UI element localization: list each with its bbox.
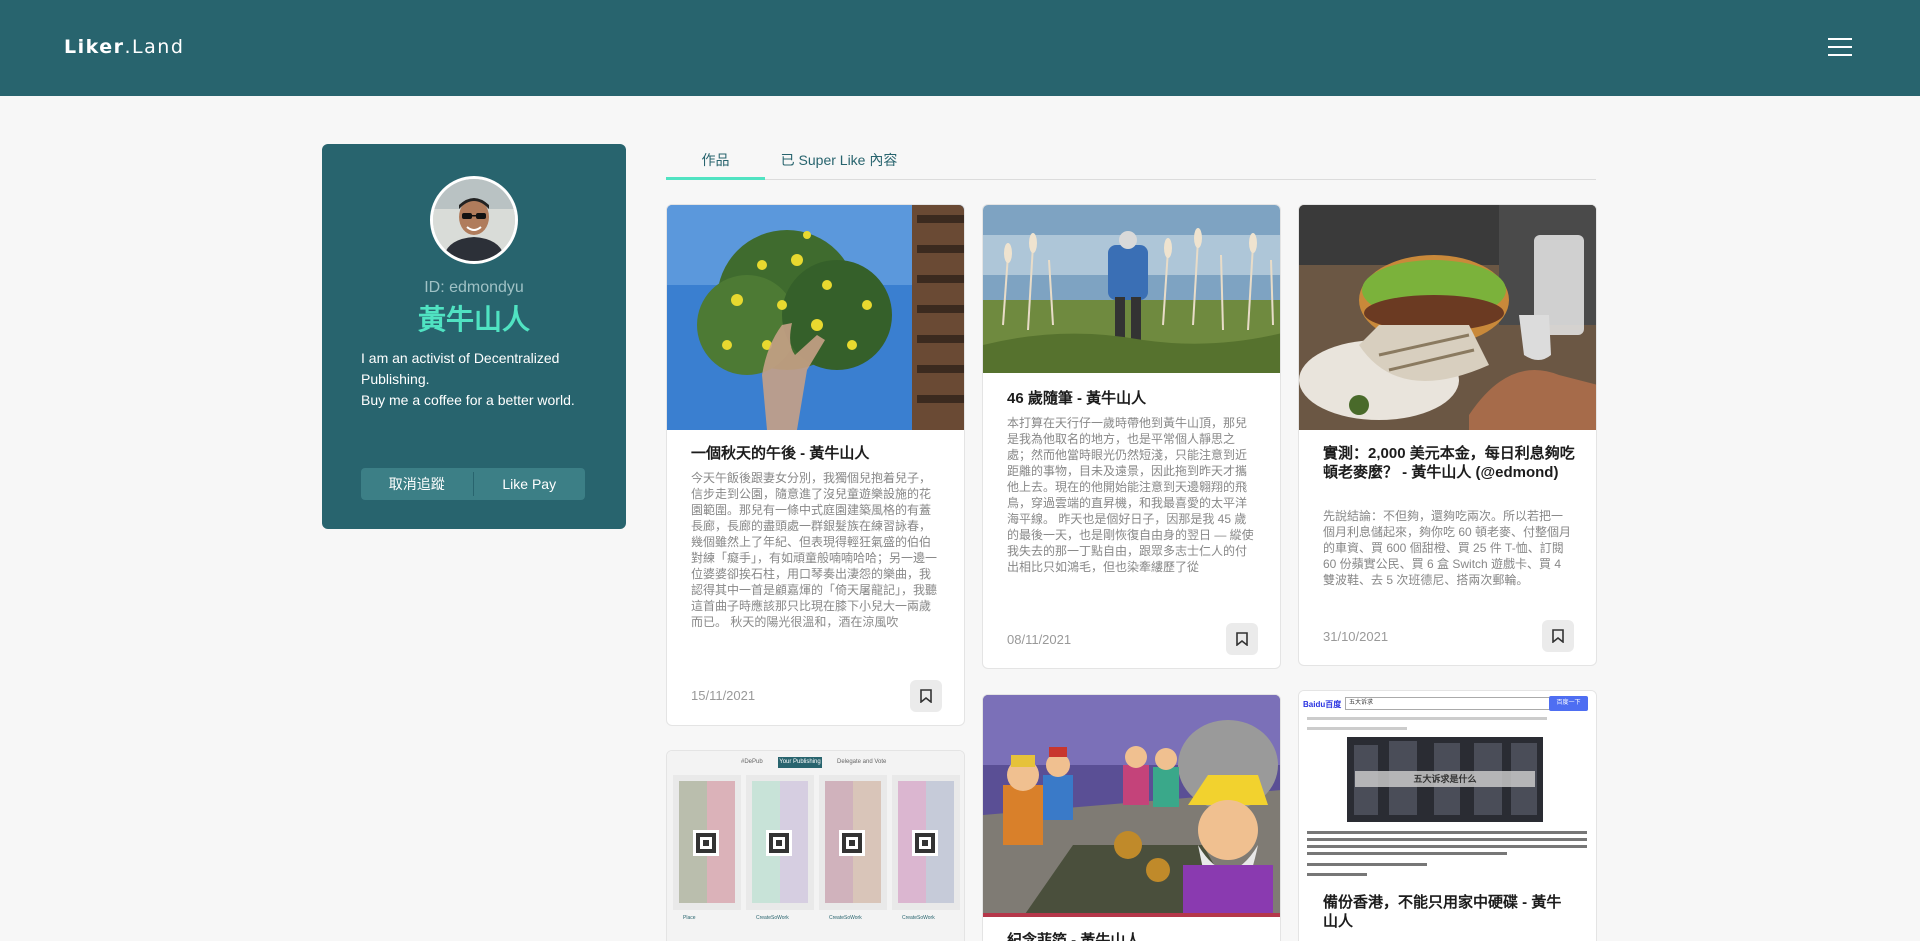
article-cover-image: Baidu百度 五大诉求 百度一下 五大诉求是什么 — [1299, 691, 1596, 886]
article-title[interactable]: 紀念菲箔 - 黃牛山人 — [1007, 931, 1260, 941]
bookmark-icon — [1552, 629, 1564, 643]
article-excerpt: 今天午飯後跟妻女分別，我獨個兒抱着兒子，信步走到公園，隨意進了沒兒童遊樂設施的花… — [691, 471, 938, 629]
like-pay-button[interactable]: Like Pay — [474, 468, 586, 500]
profile-card: ID: edmondyu 黃牛山人 I am an activist of De… — [322, 144, 626, 529]
profile-action-buttons: 取消追蹤 Like Pay — [361, 468, 585, 500]
thumb-label: CreateSoWork — [756, 915, 789, 921]
top-navbar: Liker.Land — [0, 0, 1920, 96]
article-cover-image — [983, 695, 1280, 917]
profile-bio-line: Buy me a coffee for a better world. — [361, 392, 575, 408]
logo-suffix: .Land — [124, 36, 185, 58]
thumb-label: CreateSoWork — [902, 915, 935, 921]
thumb-tab: Delegate and Vote — [837, 759, 887, 765]
article-card[interactable]: 實測：2,000 美元本金，每日利息夠吃頓老麥麼？ - 黃牛山人 (@edmon… — [1298, 204, 1597, 666]
article-title[interactable]: 實測：2,000 美元本金，每日利息夠吃頓老麥麼？ - 黃牛山人 (@edmon… — [1323, 444, 1576, 482]
thumb-search-box: 五大诉求 — [1345, 697, 1555, 710]
hamburger-menu-icon[interactable] — [1828, 38, 1852, 58]
article-date: 15/11/2021 — [691, 688, 756, 703]
thumb-label: CreateSoWork — [829, 915, 862, 921]
bookmark-icon — [1236, 632, 1248, 646]
thumb-search-logo: Baidu百度 — [1303, 700, 1342, 709]
profile-display-name: 黃牛山人 — [417, 303, 530, 336]
thumb-tab: Your Publishing — [778, 757, 822, 768]
tab-works[interactable]: 作品 — [666, 148, 765, 180]
article-excerpt: 先說結論：不但夠，還夠吃兩次。所以若把一個月利息儲起來，夠你吃 60 頓老麥、付… — [1323, 509, 1572, 587]
article-cover-image — [667, 205, 964, 430]
bookmark-button[interactable] — [1542, 620, 1574, 652]
content-tabs: 作品 已 Super Like 內容 — [666, 148, 1596, 180]
thumb-tab: #DePub — [741, 759, 763, 765]
profile-bio: I am an activist of Decentralized Publis… — [361, 348, 591, 411]
article-card[interactable]: 46 歲隨筆 - 黃牛山人 本打算在天行仔一歲時帶他到黃牛山頂，那兒是我為他取名… — [982, 204, 1281, 669]
bookmark-button[interactable] — [910, 680, 942, 712]
unfollow-button[interactable]: 取消追蹤 — [361, 468, 473, 500]
article-card[interactable]: 紀念菲箔 - 黃牛山人 — [982, 694, 1281, 941]
article-cover-image — [983, 205, 1280, 373]
liker-land-logo[interactable]: Liker.Land — [64, 36, 184, 58]
bookmark-button[interactable] — [1226, 623, 1258, 655]
article-cover-image: #DePub Your Publishing Delegate and Vote — [667, 751, 964, 941]
article-card[interactable]: Baidu百度 五大诉求 百度一下 五大诉求是什么 備份香港，不能只用家中硬碟 … — [1298, 690, 1597, 941]
article-card[interactable]: 一個秋天的午後 - 黃牛山人 今天午飯後跟妻女分別，我獨個兒抱着兒子，信步走到公… — [666, 204, 965, 726]
article-title[interactable]: 46 歲隨筆 - 黃牛山人 — [1007, 389, 1260, 408]
thumb-label: Place — [683, 915, 696, 921]
avatar — [430, 176, 518, 264]
logo-main: Liker — [64, 36, 125, 58]
article-date: 31/10/2021 — [1323, 629, 1389, 644]
profile-id: ID: edmondyu — [424, 279, 524, 296]
profile-bio-line: I am an activist of Decentralized Publis… — [361, 350, 560, 387]
article-title[interactable]: 一個秋天的午後 - 黃牛山人 — [691, 444, 944, 463]
article-date: 08/11/2021 — [1007, 632, 1072, 647]
article-title[interactable]: 備份香港，不能只用家中硬碟 - 黃牛山人 — [1323, 893, 1576, 931]
thumb-overlay-text: 五大诉求是什么 — [1355, 771, 1535, 787]
article-cover-image — [1299, 205, 1596, 430]
article-excerpt: 本打算在天行仔一歲時帶他到黃牛山頂，那兒是我為他取名的地方，也是平常個人靜思之處… — [1007, 416, 1254, 574]
thumb-search-button: 百度一下 — [1549, 696, 1588, 711]
tab-super-liked[interactable]: 已 Super Like 內容 — [776, 148, 902, 180]
article-card[interactable]: #DePub Your Publishing Delegate and Vote — [666, 750, 965, 941]
bookmark-icon — [920, 689, 932, 703]
